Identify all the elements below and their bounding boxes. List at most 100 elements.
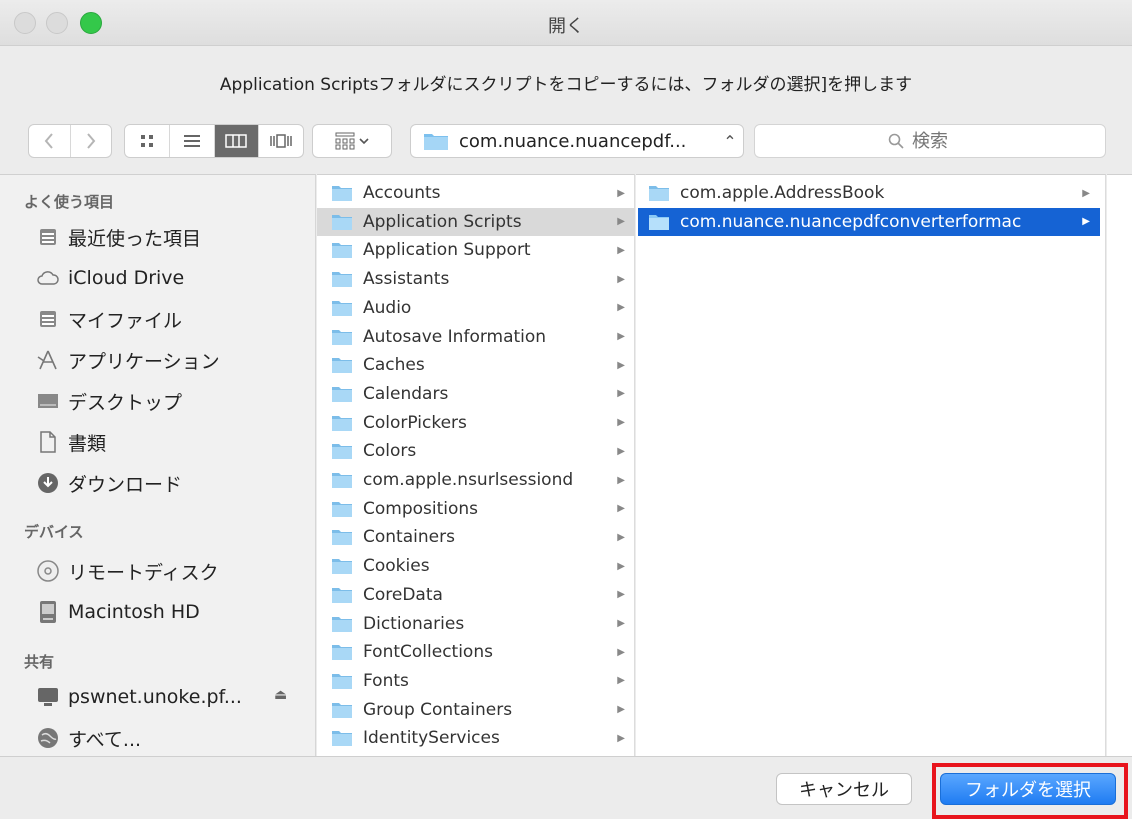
folder-row[interactable]: com.nuance.nuancepdfconverterformac ▶: [638, 207, 1100, 236]
folder-row[interactable]: Colors ▶: [317, 437, 635, 465]
folder-icon: [424, 134, 448, 150]
folder-row[interactable]: Application Support ▶: [317, 236, 635, 264]
folder-row[interactable]: Compositions ▶: [317, 495, 635, 523]
folder-icon: [331, 184, 353, 202]
sidebar-item-icloud-drive[interactable]: iCloud Drive: [36, 262, 184, 294]
cancel-button[interactable]: キャンセル: [776, 773, 912, 805]
folder-row[interactable]: ColorPickers ▶: [317, 409, 635, 437]
disclosure-arrow-icon: ▶: [617, 704, 625, 716]
back-button[interactable]: [29, 125, 70, 157]
folder-icon: [331, 500, 353, 518]
folder-name: Fonts: [363, 670, 409, 691]
sidebar-item-label: iCloud Drive: [68, 267, 185, 289]
open-dialog: 開く Application Scriptsフォルダにスクリプトをコピーするには…: [0, 0, 1132, 819]
folder-row[interactable]: com.apple.nsurlsessiond ▶: [317, 466, 635, 494]
folder-row[interactable]: Dictionaries ▶: [317, 610, 635, 638]
folder-row[interactable]: Fonts ▶: [317, 667, 635, 695]
sidebar-item-label: pswnet.unoke.pf...: [68, 686, 242, 708]
folder-row[interactable]: Autosave Information ▶: [317, 323, 635, 351]
cover-flow-view-button[interactable]: [258, 125, 303, 157]
folder-row[interactable]: Audio ▶: [317, 294, 635, 322]
folder-name: Caches: [363, 355, 425, 376]
sidebar-item-desktop[interactable]: デスクトップ: [36, 385, 182, 417]
folder-name: Colors: [363, 441, 417, 462]
folder-row[interactable]: Containers ▶: [317, 523, 635, 551]
folder-icon: [331, 701, 353, 719]
sidebar-item-all-shared[interactable]: すべて...: [36, 722, 141, 754]
folder-name: com.apple.nsurlsessiond: [363, 470, 574, 490]
browser-column-1: Accounts ▶ Application Scripts ▶ Application…: [317, 174, 635, 756]
sidebar-item-applications[interactable]: アプリケーション: [36, 344, 220, 376]
folder-name: com.nuance.nuancepdfconverterformac: [680, 211, 1022, 232]
recent-icon: [36, 225, 60, 249]
folder-row[interactable]: Group Containers ▶: [317, 696, 635, 724]
chevron-right-icon: [86, 133, 96, 149]
disclosure-arrow-icon: ▶: [617, 187, 625, 199]
sidebar-item-macintosh-hd[interactable]: Macintosh HD: [36, 596, 200, 628]
arrange-button[interactable]: [312, 124, 392, 158]
folder-row[interactable]: IdentityServices ▶: [317, 724, 635, 752]
all-files-icon: [36, 307, 60, 331]
folder-name: Group Containers: [363, 699, 513, 720]
folder-icon: [331, 615, 353, 633]
title-bar: 開く: [0, 0, 1132, 46]
icon-view-button[interactable]: [125, 125, 169, 157]
folder-row[interactable]: CoreData ▶: [317, 581, 635, 609]
list-view-button[interactable]: [168, 125, 214, 157]
toolbar: com.nuance.nuancepdf... ⌃: [0, 110, 1132, 170]
folder-name: IdentityServices: [363, 728, 500, 749]
forward-button[interactable]: [69, 125, 112, 157]
folder-name: Dictionaries: [363, 613, 465, 634]
disclosure-arrow-icon: ▶: [617, 331, 625, 342]
sidebar-item-remote-disc[interactable]: リモートディスク: [36, 555, 219, 587]
folder-icon: [331, 328, 353, 346]
desktop-icon: [36, 389, 60, 413]
folder-icon: [331, 643, 353, 661]
sidebar-item-label: ダウンロード: [68, 473, 183, 496]
folder-row[interactable]: Calendars ▶: [317, 380, 635, 408]
sidebar-item-my-files[interactable]: マイファイル: [36, 303, 182, 335]
sidebar-item-label: リモートディスク: [68, 561, 219, 584]
path-popup[interactable]: com.nuance.nuancepdf... ⌃: [410, 124, 744, 158]
folder-name: Application Support: [363, 240, 531, 261]
disclosure-arrow-icon: ▶: [1082, 187, 1090, 199]
icon-grid-icon: [140, 135, 153, 147]
sidebar-item-label: アプリケーション: [68, 350, 220, 373]
disclosure-arrow-icon: ▶: [617, 273, 625, 285]
applications-icon: [36, 348, 60, 372]
column-view-button[interactable]: [213, 125, 259, 157]
sidebar-item-recent[interactable]: 最近使った項目: [36, 221, 201, 253]
search-field[interactable]: [754, 124, 1106, 158]
folder-row[interactable]: Accounts ▶: [317, 179, 635, 207]
eject-icon[interactable]: ⏏: [274, 687, 287, 703]
browser-column-2: com.apple.AddressBook ▶ com.nuance.nuancep…: [636, 174, 1106, 756]
disclosure-arrow-icon: ▶: [617, 302, 625, 314]
folder-icon: [648, 184, 670, 202]
folder-row[interactable]: Application Scripts ▶: [317, 207, 635, 236]
folder-row[interactable]: Cookies ▶: [317, 552, 635, 580]
search-input[interactable]: [912, 130, 972, 152]
folder-name: Application Scripts: [363, 211, 522, 232]
folder-name: Assistants: [363, 269, 450, 290]
sidebar-item-network-computer[interactable]: pswnet.unoke.pf...: [36, 681, 242, 713]
disclosure-arrow-icon: ▶: [617, 560, 625, 572]
chevron-left-icon: [44, 133, 54, 149]
folder-icon: [331, 356, 353, 374]
annotation-highlight-box: [932, 763, 1128, 819]
folder-row[interactable]: FontCollections ▶: [317, 638, 635, 666]
disclosure-arrow-icon: ▶: [617, 675, 625, 687]
sidebar-item-label: 書類: [68, 432, 107, 455]
view-mode-buttons: [124, 124, 304, 158]
folder-row[interactable]: Caches ▶: [317, 351, 635, 379]
folder-icon: [331, 442, 353, 460]
folder-row[interactable]: com.apple.AddressBook ▶: [638, 179, 1100, 207]
list-icon: [183, 135, 200, 147]
sidebar-item-label: マイファイル: [68, 309, 183, 332]
sidebar-item-downloads[interactable]: ダウンロード: [36, 467, 182, 499]
path-popup-label: com.nuance.nuancepdf...: [459, 130, 687, 152]
folder-icon: [331, 471, 353, 489]
sidebar-item-documents[interactable]: 書類: [36, 426, 106, 458]
folder-row[interactable]: Assistants ▶: [317, 265, 635, 293]
folder-name: Audio: [363, 297, 412, 318]
folder-icon: [331, 586, 353, 604]
